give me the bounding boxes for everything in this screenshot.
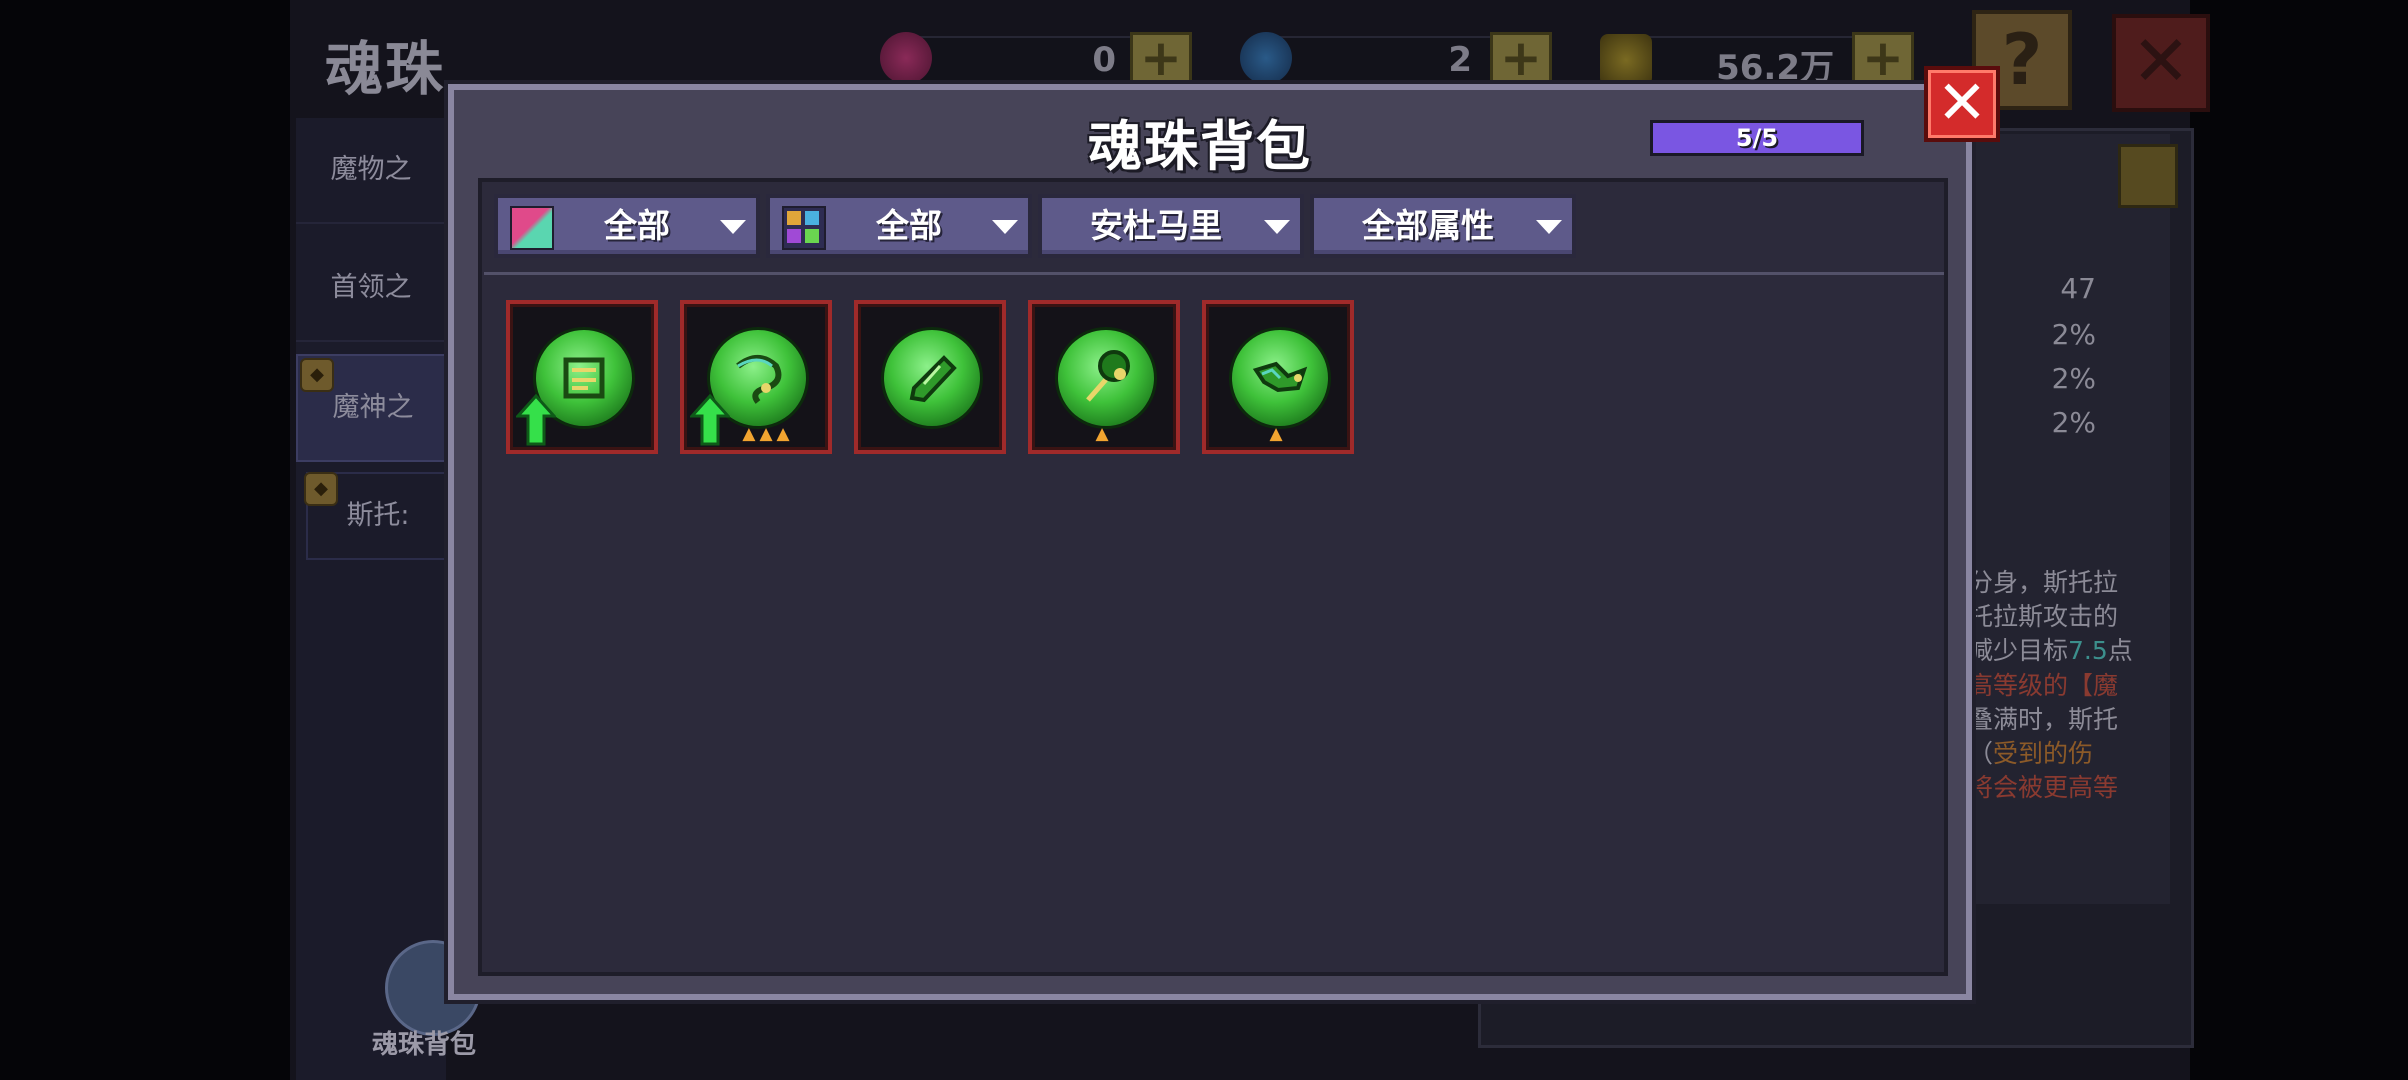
clipboard-icon[interactable]	[2118, 144, 2178, 208]
filter-hero-dropdown[interactable]: 安杜马里	[1038, 194, 1304, 258]
filter-type-dropdown[interactable]: 全部	[766, 194, 1032, 258]
page-close-button[interactable]: ✕	[2112, 14, 2210, 112]
star-rating: ▲▲▲	[742, 424, 794, 444]
skill-description: 分身，斯托拉 托拉斯攻击的 减少目标7.5点 高等级的【魔 叠满时，斯托 （受到…	[1968, 566, 2144, 805]
description-line: 分身，斯托拉	[1968, 568, 2119, 597]
add-gold-button[interactable]: +	[1852, 32, 1914, 90]
chevron-down-icon	[720, 220, 746, 234]
description-line: 点	[2107, 636, 2133, 666]
stat-value: 2%	[2051, 362, 2096, 395]
modal-close-button[interactable]: ✕	[1924, 66, 2000, 142]
upgrade-arrow-icon	[516, 394, 556, 446]
description-line: 托拉斯攻击的	[1968, 602, 2119, 632]
lock-icon: ◆	[304, 472, 338, 506]
red-gem-icon	[880, 32, 932, 84]
gold-count: 56.2万	[1716, 48, 1834, 88]
page-title: 魂珠	[325, 35, 446, 103]
filter-rarity-label: 全部	[604, 206, 670, 245]
soul-bead-slot[interactable]: ▲▲▲	[680, 300, 832, 454]
sidebar-tab-monster[interactable]: 魔物之	[296, 118, 446, 224]
chevron-down-icon	[1536, 220, 1562, 234]
chevron-down-icon	[1264, 220, 1290, 234]
add-red-gem-button[interactable]: +	[1130, 32, 1192, 90]
stat-value: 47	[2060, 272, 2096, 305]
description-line: 叠满时，斯托	[1968, 704, 2119, 734]
add-blue-gem-button[interactable]: +	[1490, 32, 1552, 90]
bag-content-area	[478, 178, 1948, 976]
stat-value: 2%	[2051, 406, 2096, 439]
capacity-text: 5/5	[1735, 124, 1779, 152]
star-rating: ▲	[1095, 424, 1113, 444]
red-gem-count: 0	[1092, 40, 1116, 80]
green-soul-orb-crystal-icon	[884, 330, 980, 426]
stat-value: 2%	[2051, 318, 2096, 351]
description-number: 7.5	[2068, 636, 2108, 666]
soul-bead-slot[interactable]: ▲	[1202, 300, 1354, 454]
sidebar-tab-boss[interactable]: 首领之	[296, 236, 446, 342]
filter-attribute-dropdown[interactable]: 全部属性	[1310, 194, 1576, 258]
capacity-bar: 5/5	[1650, 120, 1864, 156]
soul-bead-slot[interactable]: ▲	[1028, 300, 1180, 454]
description-line: 减少目标	[1968, 636, 2069, 666]
filter-hero-label: 安杜马里	[1090, 206, 1222, 245]
green-soul-orb-staff-icon	[1058, 330, 1154, 426]
gold-coin-icon	[1600, 34, 1652, 86]
blue-gem-count: 2	[1448, 40, 1472, 80]
filter-divider	[484, 272, 1944, 275]
filter-rarity-dropdown[interactable]: 全部	[494, 194, 760, 258]
soul-bead-slot[interactable]	[506, 300, 658, 454]
filter-attribute-label: 全部属性	[1362, 206, 1494, 245]
chevron-down-icon	[992, 220, 1018, 234]
soul-bag-button-label[interactable]: 魂珠背包	[372, 1024, 476, 1061]
description-highlight: 受到的伤	[1993, 739, 2094, 769]
filter-type-label: 全部	[876, 206, 942, 245]
description-line: 高等级的【魔	[1968, 670, 2119, 700]
star-rating: ▲	[1269, 424, 1287, 444]
lock-icon: ◆	[300, 358, 334, 392]
green-soul-orb-dragon-icon	[1232, 330, 1328, 426]
soul-bead-slot[interactable]	[854, 300, 1006, 454]
blue-gem-icon	[1240, 32, 1292, 84]
description-line: 将会被更高等	[1968, 773, 2119, 803]
modal-title: 魂珠背包	[1088, 115, 1312, 178]
